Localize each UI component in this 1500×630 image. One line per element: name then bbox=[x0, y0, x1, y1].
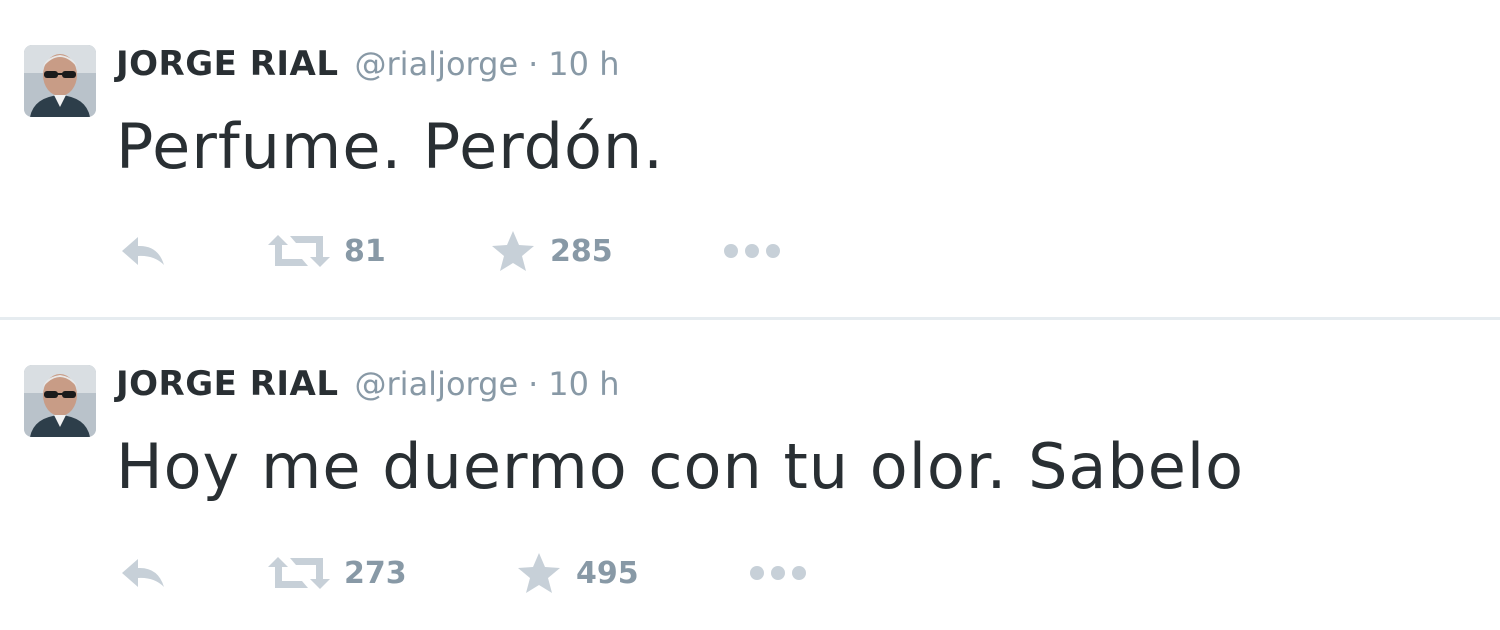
favorite-button[interactable]: 495 bbox=[516, 548, 639, 598]
reply-icon bbox=[118, 553, 168, 593]
retweet-count: 81 bbox=[344, 233, 386, 269]
header-separator: · bbox=[528, 45, 539, 83]
tweet-header: JORGE RIAL @rialjorge · 10 h bbox=[116, 44, 619, 92]
reply-icon bbox=[118, 231, 168, 271]
favorite-button[interactable]: 285 bbox=[490, 226, 613, 276]
star-icon bbox=[516, 551, 562, 595]
author-handle[interactable]: @rialjorge bbox=[355, 365, 519, 403]
tweet[interactable]: JORGE RIAL @rialjorge · 10 h Perfume. Pe… bbox=[0, 0, 1500, 318]
reply-button[interactable] bbox=[118, 226, 168, 276]
tweet-timestamp[interactable]: 10 h bbox=[548, 365, 619, 403]
reply-button[interactable] bbox=[118, 548, 168, 598]
more-button[interactable] bbox=[748, 548, 808, 598]
more-button[interactable] bbox=[722, 226, 782, 276]
favorite-count: 495 bbox=[576, 555, 639, 591]
avatar[interactable] bbox=[24, 45, 96, 117]
avatar[interactable] bbox=[24, 365, 96, 437]
more-dots-icon bbox=[722, 241, 782, 261]
retweet-icon bbox=[268, 553, 330, 593]
retweet-count: 273 bbox=[344, 555, 407, 591]
retweet-icon bbox=[268, 231, 330, 271]
favorite-count: 285 bbox=[550, 233, 613, 269]
retweet-button[interactable]: 81 bbox=[268, 226, 386, 276]
tweet-header: JORGE RIAL @rialjorge · 10 h bbox=[116, 364, 619, 412]
tweet[interactable]: JORGE RIAL @rialjorge · 10 h Hoy me duer… bbox=[0, 320, 1500, 630]
author-name[interactable]: JORGE RIAL bbox=[116, 364, 339, 404]
author-name[interactable]: JORGE RIAL bbox=[116, 44, 339, 84]
retweet-button[interactable]: 273 bbox=[268, 548, 407, 598]
tweet-text: Hoy me duermo con tu olor. Sabelo bbox=[116, 430, 1245, 503]
author-handle[interactable]: @rialjorge bbox=[355, 45, 519, 83]
tweet-text: Perfume. Perdón. bbox=[116, 110, 664, 183]
tweet-actions: 273 495 bbox=[116, 548, 916, 598]
header-separator: · bbox=[528, 365, 539, 403]
tweet-actions: 81 285 bbox=[116, 226, 916, 276]
tweet-timestamp[interactable]: 10 h bbox=[548, 45, 619, 83]
star-icon bbox=[490, 229, 536, 273]
more-dots-icon bbox=[748, 563, 808, 583]
